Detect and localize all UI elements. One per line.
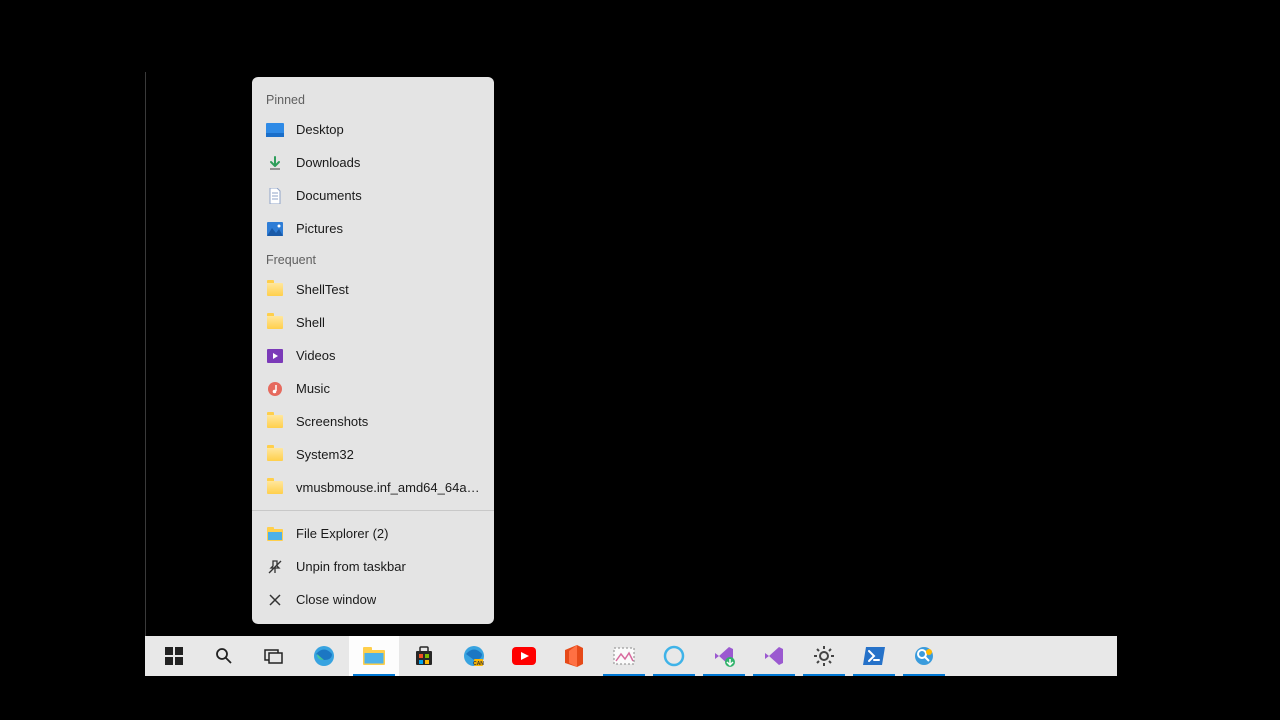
divider — [252, 510, 494, 511]
vertical-divider — [145, 72, 146, 676]
taskbar-cortana-button[interactable] — [649, 636, 699, 676]
running-indicator — [353, 674, 395, 676]
file-explorer-icon — [363, 647, 385, 665]
taskbar: CAN — [145, 636, 1117, 676]
jumplist-item-shell[interactable]: Shell — [252, 306, 494, 339]
jumplist-item-label: Videos — [296, 348, 336, 363]
windows-logo-icon — [165, 647, 183, 665]
jumplist-item-label: Shell — [296, 315, 325, 330]
file-explorer-icon — [266, 525, 284, 543]
jumplist-item-desktop[interactable]: Desktop — [252, 113, 494, 146]
jumplist-item-shelltest[interactable]: ShellTest — [252, 273, 494, 306]
jumplist-item-label: Pictures — [296, 221, 343, 236]
folder-icon — [266, 446, 284, 464]
jumplist-item-videos[interactable]: Videos — [252, 339, 494, 372]
edge-icon — [313, 645, 335, 667]
jumplist-item-label: Screenshots — [296, 414, 368, 429]
pictures-icon — [266, 220, 284, 238]
taskbar-snipping-tool-button[interactable] — [599, 636, 649, 676]
visual-studio-installer-icon — [713, 645, 735, 667]
desktop-icon — [266, 121, 284, 139]
running-indicator — [803, 674, 845, 676]
jumplist-menu: Pinned Desktop Downloads Documents Pictu… — [252, 77, 494, 624]
running-indicator — [653, 674, 695, 676]
taskbar-search-button[interactable] — [199, 636, 249, 676]
videos-icon — [266, 347, 284, 365]
microsoft-store-icon — [414, 646, 434, 666]
documents-icon — [266, 187, 284, 205]
jumplist-item-label: Desktop — [296, 122, 344, 137]
jumplist-action-close-window[interactable]: Close window — [252, 583, 494, 616]
running-indicator — [753, 674, 795, 676]
running-indicator — [703, 674, 745, 676]
running-indicator — [903, 674, 945, 676]
office-icon — [565, 645, 583, 667]
taskbar-edge-button[interactable] — [299, 636, 349, 676]
jumplist-action-label: Unpin from taskbar — [296, 559, 406, 574]
snipping-tool-icon — [613, 647, 635, 665]
task-view-icon — [264, 648, 284, 664]
jumplist-item-label: Downloads — [296, 155, 360, 170]
jumplist-item-downloads[interactable]: Downloads — [252, 146, 494, 179]
taskbar-edge-canary-button[interactable]: CAN — [449, 636, 499, 676]
folder-icon — [266, 281, 284, 299]
powershell-icon — [863, 647, 885, 665]
jumplist-item-label: System32 — [296, 447, 354, 462]
search-icon — [215, 647, 233, 665]
running-indicator — [603, 674, 645, 676]
jumplist-item-screenshots[interactable]: Screenshots — [252, 405, 494, 438]
taskbar-accessibility-insights-button[interactable] — [899, 636, 949, 676]
folder-icon — [266, 314, 284, 332]
jumplist-pinned-header: Pinned — [252, 85, 494, 113]
folder-icon — [266, 479, 284, 497]
svg-text:CAN: CAN — [473, 661, 484, 667]
jumplist-item-documents[interactable]: Documents — [252, 179, 494, 212]
edge-canary-icon: CAN — [463, 645, 485, 667]
taskbar-file-explorer-button[interactable] — [349, 636, 399, 676]
accessibility-insights-icon — [913, 645, 935, 667]
taskbar-youtube-button[interactable] — [499, 636, 549, 676]
music-icon — [266, 380, 284, 398]
jumplist-item-vmusbmouse[interactable]: vmusbmouse.inf_amd64_64ac7a0a... — [252, 471, 494, 504]
taskbar-settings-button[interactable] — [799, 636, 849, 676]
downloads-icon — [266, 154, 284, 172]
jumplist-item-label: ShellTest — [296, 282, 349, 297]
youtube-icon — [512, 647, 536, 665]
jumplist-frequent-header: Frequent — [252, 245, 494, 273]
jumplist-item-label: vmusbmouse.inf_amd64_64ac7a0a... — [296, 480, 480, 495]
jumplist-item-pictures[interactable]: Pictures — [252, 212, 494, 245]
jumplist-item-music[interactable]: Music — [252, 372, 494, 405]
jumplist-item-label: Music — [296, 381, 330, 396]
gear-icon — [813, 645, 835, 667]
visual-studio-icon — [763, 645, 785, 667]
cortana-icon — [663, 645, 685, 667]
unpin-icon — [266, 558, 284, 576]
taskbar-office-button[interactable] — [549, 636, 599, 676]
taskbar-microsoft-store-button[interactable] — [399, 636, 449, 676]
taskbar-visual-studio-button[interactable] — [749, 636, 799, 676]
folder-icon — [266, 413, 284, 431]
jumplist-item-system32[interactable]: System32 — [252, 438, 494, 471]
taskbar-vs-installer-button[interactable] — [699, 636, 749, 676]
jumplist-item-label: Documents — [296, 188, 362, 203]
taskbar-powershell-button[interactable] — [849, 636, 899, 676]
close-icon — [266, 591, 284, 609]
taskbar-task-view-button[interactable] — [249, 636, 299, 676]
running-indicator — [853, 674, 895, 676]
jumplist-action-label: File Explorer (2) — [296, 526, 388, 541]
taskbar-start-button[interactable] — [149, 636, 199, 676]
jumplist-action-label: Close window — [296, 592, 376, 607]
jumplist-action-open-file-explorer[interactable]: File Explorer (2) — [252, 517, 494, 550]
jumplist-action-unpin[interactable]: Unpin from taskbar — [252, 550, 494, 583]
